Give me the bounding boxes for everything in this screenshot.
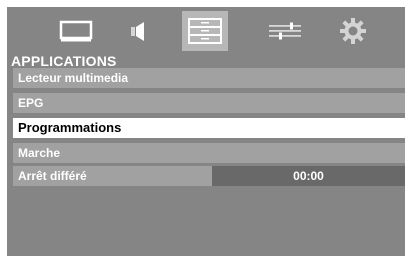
tab-general-settings[interactable] <box>330 11 376 51</box>
time-shift-value[interactable]: 00:00 <box>212 166 405 186</box>
menu-item-media-player[interactable]: Lecteur multimedia <box>13 68 405 88</box>
applications-icon <box>188 18 222 44</box>
menu-item-label: Arrêt différé <box>18 169 87 183</box>
category-tab-bar <box>7 7 405 55</box>
gear-icon <box>339 17 367 45</box>
tab-sound[interactable] <box>115 11 161 51</box>
tab-picture[interactable] <box>53 11 99 51</box>
settings-sliders-icon <box>268 20 302 42</box>
menu-item-label: Marche <box>18 146 61 160</box>
section-title: APPLICATIONS <box>11 53 117 69</box>
menu-item-label: Lecteur multimedia <box>18 71 129 85</box>
menu-item-epg[interactable]: EPG <box>13 93 405 113</box>
tab-applications[interactable] <box>182 11 228 51</box>
menu-item-label: Programmations <box>18 120 122 135</box>
menu-item-programmations[interactable]: Programmations <box>13 118 405 138</box>
menu-item-label: EPG <box>18 96 44 110</box>
monitor-icon <box>59 20 93 42</box>
applications-menu-screen: APPLICATIONS Lecteur multimedia EPG Prog… <box>7 7 405 256</box>
menu-item-marche[interactable]: Marche <box>13 143 405 163</box>
tab-settings-sliders[interactable] <box>262 11 308 51</box>
menu-item-time-shift[interactable]: Arrêt différé 00:00 <box>13 166 405 186</box>
speaker-icon <box>125 20 151 42</box>
